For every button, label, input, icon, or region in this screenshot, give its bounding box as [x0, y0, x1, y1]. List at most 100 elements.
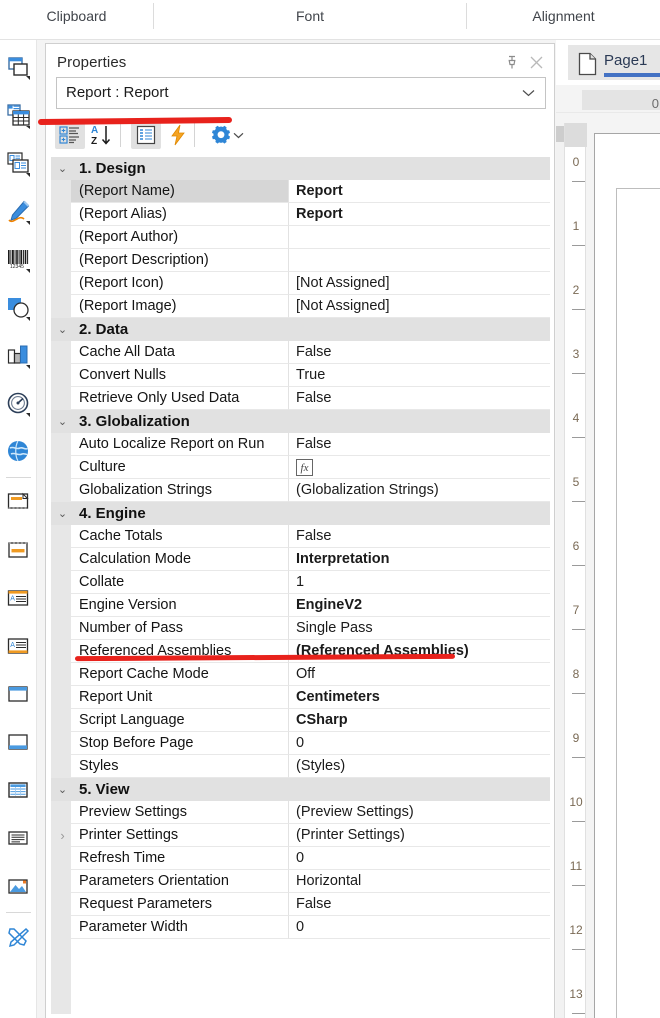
- property-name[interactable]: (Report Description): [71, 249, 289, 272]
- property-row[interactable]: Convert Nulls True: [51, 364, 550, 387]
- property-value[interactable]: False: [289, 433, 550, 456]
- property-row[interactable]: Request Parameters False: [51, 893, 550, 916]
- property-value[interactable]: [Not Assigned]: [289, 295, 550, 318]
- property-row[interactable]: Retrieve Only Used Data False: [51, 387, 550, 410]
- property-row[interactable]: Cache All Data False: [51, 341, 550, 364]
- property-row[interactable]: Collate 1: [51, 571, 550, 594]
- rail-item-shapes[interactable]: [4, 293, 34, 323]
- ribbon-group-font[interactable]: Font: [154, 6, 466, 27]
- rail-item-page-header-band[interactable]: A: [4, 584, 34, 614]
- rail-item-data-band[interactable]: [4, 101, 34, 131]
- property-value[interactable]: Report: [289, 203, 550, 226]
- property-row[interactable]: Number of Pass Single Pass: [51, 617, 550, 640]
- ribbon-group-alignment[interactable]: Alignment: [467, 6, 660, 27]
- property-name[interactable]: Auto Localize Report on Run: [71, 433, 289, 456]
- property-value[interactable]: False: [289, 387, 550, 410]
- rail-item-text[interactable]: [4, 824, 34, 854]
- property-value[interactable]: (Printer Settings): [289, 824, 550, 847]
- property-name[interactable]: Culture: [71, 456, 289, 479]
- categorized-view-button[interactable]: [55, 121, 85, 149]
- property-category-row[interactable]: ⌄ 5. View: [51, 778, 550, 801]
- property-category-row[interactable]: ⌄ 4. Engine: [51, 502, 550, 525]
- property-value[interactable]: Report: [289, 180, 550, 203]
- chevron-down-icon[interactable]: ⌄: [55, 157, 70, 180]
- property-value[interactable]: Centimeters: [289, 686, 550, 709]
- property-value[interactable]: CSharp: [289, 709, 550, 732]
- property-name[interactable]: Parameter Width: [71, 916, 289, 939]
- property-name[interactable]: Calculation Mode: [71, 548, 289, 571]
- vertical-scrollbar[interactable]: [556, 126, 564, 1018]
- rail-item-signature[interactable]: [4, 197, 34, 227]
- property-name[interactable]: (Report Name): [71, 180, 289, 203]
- fx-expression-icon[interactable]: fx: [296, 459, 313, 476]
- property-value[interactable]: 0: [289, 916, 550, 939]
- property-row[interactable]: Stop Before Page 0: [51, 732, 550, 755]
- property-row[interactable]: (Report Name) Report: [51, 180, 550, 203]
- property-value[interactable]: Horizontal: [289, 870, 550, 893]
- property-row[interactable]: (Report Author): [51, 226, 550, 249]
- chevron-down-icon[interactable]: ⌄: [55, 410, 70, 433]
- property-name[interactable]: Retrieve Only Used Data: [71, 387, 289, 410]
- property-value[interactable]: False: [289, 893, 550, 916]
- object-selector-arrow[interactable]: [519, 78, 537, 108]
- rail-item-gauge[interactable]: [4, 389, 34, 419]
- property-value[interactable]: (Globalization Strings): [289, 479, 550, 502]
- rail-item-header-band[interactable]: [4, 680, 34, 710]
- property-row[interactable]: Preview Settings (Preview Settings): [51, 801, 550, 824]
- property-value[interactable]: 0: [289, 732, 550, 755]
- property-name[interactable]: Stop Before Page: [71, 732, 289, 755]
- property-name[interactable]: Cache All Data: [71, 341, 289, 364]
- property-row[interactable]: (Report Image) [Not Assigned]: [51, 295, 550, 318]
- property-name[interactable]: Globalization Strings: [71, 479, 289, 502]
- property-value[interactable]: True: [289, 364, 550, 387]
- property-name[interactable]: Engine Version: [71, 594, 289, 617]
- pin-button[interactable]: [504, 53, 520, 71]
- property-name[interactable]: Parameters Orientation: [71, 870, 289, 893]
- property-value[interactable]: Off: [289, 663, 550, 686]
- property-name[interactable]: Script Language: [71, 709, 289, 732]
- tab-page1[interactable]: Page1: [568, 45, 660, 80]
- property-value[interactable]: False: [289, 341, 550, 364]
- property-row[interactable]: Report Unit Centimeters: [51, 686, 550, 709]
- property-row[interactable]: Culture fx: [51, 456, 550, 479]
- events-view-button[interactable]: [163, 121, 193, 149]
- alphabetical-sort-button[interactable]: A Z: [86, 121, 116, 149]
- property-name[interactable]: (Report Author): [71, 226, 289, 249]
- rail-item-barcode[interactable]: 12345: [4, 245, 34, 275]
- property-name[interactable]: Report Unit: [71, 686, 289, 709]
- property-value[interactable]: [289, 226, 550, 249]
- ribbon-group-clipboard[interactable]: Clipboard: [0, 6, 153, 27]
- property-row[interactable]: Globalization Strings (Globalization Stri…: [51, 479, 550, 502]
- property-name[interactable]: Request Parameters: [71, 893, 289, 916]
- property-value[interactable]: EngineV2: [289, 594, 550, 617]
- chevron-down-icon[interactable]: ⌄: [55, 502, 70, 525]
- property-value[interactable]: 1: [289, 571, 550, 594]
- property-row[interactable]: Styles (Styles): [51, 755, 550, 778]
- property-row[interactable]: › Printer Settings (Printer Settings): [51, 824, 550, 847]
- property-name[interactable]: Report Cache Mode: [71, 663, 289, 686]
- property-value[interactable]: 0: [289, 847, 550, 870]
- rail-item-chart[interactable]: [4, 341, 34, 371]
- property-row[interactable]: (Report Alias) Report: [51, 203, 550, 226]
- property-name[interactable]: (Report Icon): [71, 272, 289, 295]
- property-row[interactable]: Parameters Orientation Horizontal: [51, 870, 550, 893]
- property-value[interactable]: [289, 249, 550, 272]
- properties-view-button[interactable]: [131, 121, 161, 149]
- rail-item-report-summary-band[interactable]: [4, 536, 34, 566]
- property-value[interactable]: Interpretation: [289, 548, 550, 571]
- vertical-scrollbar-thumb[interactable]: [556, 126, 564, 142]
- property-category-row[interactable]: ⌄ 2. Data: [51, 318, 550, 341]
- property-row[interactable]: Engine Version EngineV2: [51, 594, 550, 617]
- rail-item-map[interactable]: [4, 437, 34, 467]
- chevron-down-icon[interactable]: ⌄: [55, 318, 70, 341]
- property-name[interactable]: Number of Pass: [71, 617, 289, 640]
- property-category-row[interactable]: ⌄ 1. Design: [51, 157, 550, 180]
- rail-item-report-pages[interactable]: [4, 53, 34, 83]
- rail-item-tools[interactable]: [4, 923, 34, 953]
- property-value[interactable]: [Not Assigned]: [289, 272, 550, 295]
- property-value[interactable]: (Styles): [289, 755, 550, 778]
- property-row[interactable]: Report Cache Mode Off: [51, 663, 550, 686]
- property-value[interactable]: fx: [289, 456, 550, 479]
- object-selector-combobox[interactable]: Report : Report: [56, 77, 546, 109]
- property-name[interactable]: (Report Alias): [71, 203, 289, 226]
